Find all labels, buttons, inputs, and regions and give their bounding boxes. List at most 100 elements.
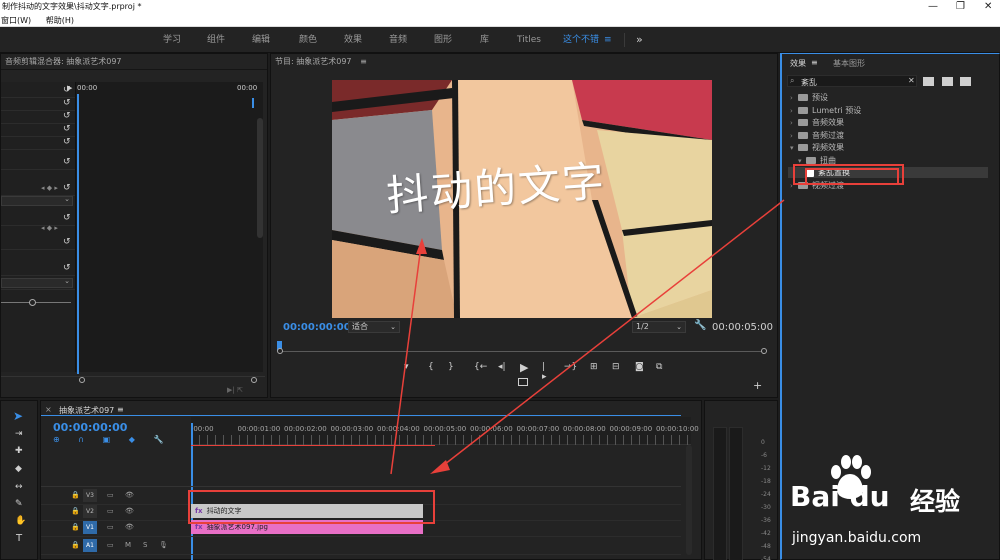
accelerated-effects-icon[interactable]	[923, 77, 934, 86]
reset-parameter-icon[interactable]: ↺	[63, 237, 71, 247]
timeline-close-icon[interactable]: ×	[45, 405, 52, 414]
restore-button[interactable]: ❐	[956, 0, 965, 13]
workspace-tab-editing[interactable]: 编辑	[252, 27, 270, 53]
minimize-button[interactable]: —	[928, 0, 938, 13]
add-marker-icon[interactable]: ▾	[404, 362, 409, 372]
safe-margins-icon[interactable]	[518, 378, 528, 386]
camera-icon[interactable]: ◙	[635, 362, 644, 372]
workspace-tab-effects[interactable]: 效果	[344, 27, 362, 53]
scrub-handle-left[interactable]	[277, 348, 283, 354]
chevron-down-icon[interactable]: ▾	[790, 143, 798, 154]
timeline-menu-icon[interactable]: ≡	[117, 405, 124, 414]
track-lock-icon[interactable]: 🔒	[71, 491, 80, 499]
program-monitor-title[interactable]: 节目: 抽象派艺术097	[275, 57, 352, 66]
play-button[interactable]: ▶	[520, 361, 528, 374]
32bit-effects-icon[interactable]	[942, 77, 953, 86]
ec-playhead[interactable]	[77, 94, 79, 374]
effects-search-input[interactable]: ⌕ 紊乱 ✕	[787, 75, 917, 87]
track-target-v3[interactable]: V3	[83, 489, 97, 502]
opacity-slider-thumb[interactable]	[29, 299, 36, 306]
track-solo-button[interactable]: S	[143, 541, 147, 549]
compare-icon[interactable]: ⧉	[656, 362, 662, 372]
reset-parameter-icon[interactable]: ↺	[63, 263, 71, 273]
pen-tool-icon[interactable]: ✎	[15, 499, 23, 509]
mark-out-icon[interactable]: }	[448, 362, 454, 372]
wrench-icon[interactable]: 🔧	[694, 320, 706, 331]
track-eye-icon[interactable]: 👁	[125, 491, 134, 499]
track-target-a1[interactable]: A1	[83, 539, 97, 552]
workspace-tab-titles[interactable]: Titles	[517, 27, 541, 53]
effects-menu-icon[interactable]: ≡	[811, 58, 818, 67]
step-back-icon[interactable]: ◂|	[498, 362, 506, 372]
effects-tree-item[interactable]: › 音频效果	[790, 117, 844, 129]
blend-mode-dropdown[interactable]: ⌄	[1, 195, 73, 206]
track-output-icon[interactable]: ▭	[107, 507, 114, 515]
hand-tool-icon[interactable]: ✋	[15, 516, 26, 526]
timeline-toolbar-icons[interactable]: ⊕ ∩ ▣ ◆ 🔧	[53, 435, 171, 444]
track-lock-icon[interactable]: 🔒	[71, 523, 80, 531]
workspace-tab-custom[interactable]: 这个不错	[563, 27, 599, 53]
clear-search-icon[interactable]: ✕	[908, 76, 915, 85]
chevron-right-icon[interactable]: ›	[790, 118, 798, 129]
lift-icon[interactable]: ⊞	[590, 362, 598, 372]
track-output-icon[interactable]: ▭	[107, 523, 114, 531]
microphone-icon[interactable]: 🎙	[159, 541, 168, 549]
mark-in-icon[interactable]: {	[428, 362, 434, 372]
workspace-menu-icon[interactable]: ≡	[604, 27, 612, 53]
effects-tree-item[interactable]: › 预设	[790, 92, 828, 104]
chevron-right-icon[interactable]: ›	[790, 106, 798, 117]
track-select-tool-icon[interactable]: ⇥	[15, 429, 23, 439]
zoom-handle-right[interactable]	[251, 377, 257, 383]
reset-parameter-icon[interactable]: ↺	[63, 183, 71, 193]
go-to-out-icon[interactable]: →}	[564, 362, 577, 372]
timeline-ruler[interactable]: :00:00 00:00:01:00 00:00:02:00 00:00:03:00 0…	[191, 417, 699, 445]
effects-tree-item[interactable]: › 音频过渡	[790, 130, 844, 142]
reset-parameter-icon[interactable]: ↺	[63, 137, 71, 147]
workspace-tab-assembly[interactable]: 组件	[207, 27, 225, 53]
chevron-right-icon[interactable]: ›	[790, 93, 798, 104]
zoom-handle-left[interactable]	[79, 377, 85, 383]
ec-footer-icons[interactable]: ▶| ⇱	[227, 386, 243, 394]
go-to-in-icon[interactable]: {←	[474, 362, 487, 372]
workspace-tab-color[interactable]: 颜色	[299, 27, 317, 53]
menu-help[interactable]: 帮助(H)	[46, 16, 74, 25]
program-timecode[interactable]: 00:00:00:00	[283, 322, 351, 333]
workspace-tab-libraries[interactable]: 库	[480, 27, 489, 53]
track-target-v1[interactable]: V1	[83, 521, 97, 534]
timeline-scrollbar[interactable]	[686, 445, 692, 555]
effects-tree-item[interactable]: › Lumetri 预设	[790, 105, 861, 117]
track-output-icon[interactable]: ▭	[107, 541, 114, 549]
scrub-handle-right[interactable]	[761, 348, 767, 354]
program-scrub-bar[interactable]	[280, 351, 766, 352]
yuv-effects-icon[interactable]	[960, 77, 971, 86]
reset-parameter-icon[interactable]: ↺	[63, 124, 71, 134]
keyframe-nav-icon-2[interactable]: ◂ ◆ ▸	[41, 224, 58, 232]
slip-tool-icon[interactable]: ↔	[15, 482, 23, 492]
track-eye-icon[interactable]: 👁	[125, 507, 134, 515]
chevron-right-icon[interactable]: ›	[790, 131, 798, 142]
tab-essential-graphics[interactable]: 基本图形	[833, 58, 865, 69]
close-button[interactable]: ✕	[984, 0, 992, 13]
effects-tree-item[interactable]: ▾ 视频效果	[790, 142, 844, 154]
reset-parameter-icon[interactable]: ↺	[63, 111, 71, 121]
mask-dropdown[interactable]: ⌄	[1, 277, 73, 288]
workspace-tab-audio[interactable]: 音频	[389, 27, 407, 53]
add-button-icon[interactable]: +	[753, 379, 762, 392]
program-menu-icon[interactable]: ≡	[360, 57, 367, 66]
selection-tool-icon[interactable]: ➤	[13, 409, 27, 423]
quality-dropdown[interactable]: 1/2 ⌄	[632, 321, 686, 333]
reset-parameter-icon[interactable]: ↺	[63, 85, 71, 95]
type-tool-icon[interactable]: T	[16, 533, 22, 544]
keyframe-nav-icon[interactable]: ◂ ◆ ▸	[41, 184, 58, 192]
opacity-slider-track[interactable]	[1, 302, 71, 303]
workspace-tab-graphics[interactable]: 图形	[434, 27, 452, 53]
track-mute-button[interactable]: M	[125, 541, 131, 549]
workspace-tab-learn[interactable]: 学习	[163, 27, 181, 53]
reset-parameter-icon[interactable]: ↺	[63, 157, 71, 167]
video-preview[interactable]: 抖动的文字	[332, 80, 712, 318]
ripple-edit-tool-icon[interactable]: ✚	[15, 446, 23, 456]
track-lock-icon[interactable]: 🔒	[71, 541, 80, 549]
timeline-timecode[interactable]: 00:00:00:00	[53, 421, 127, 434]
razor-tool-icon[interactable]: ◆	[15, 464, 22, 474]
track-target-v2[interactable]: V2	[83, 505, 97, 518]
